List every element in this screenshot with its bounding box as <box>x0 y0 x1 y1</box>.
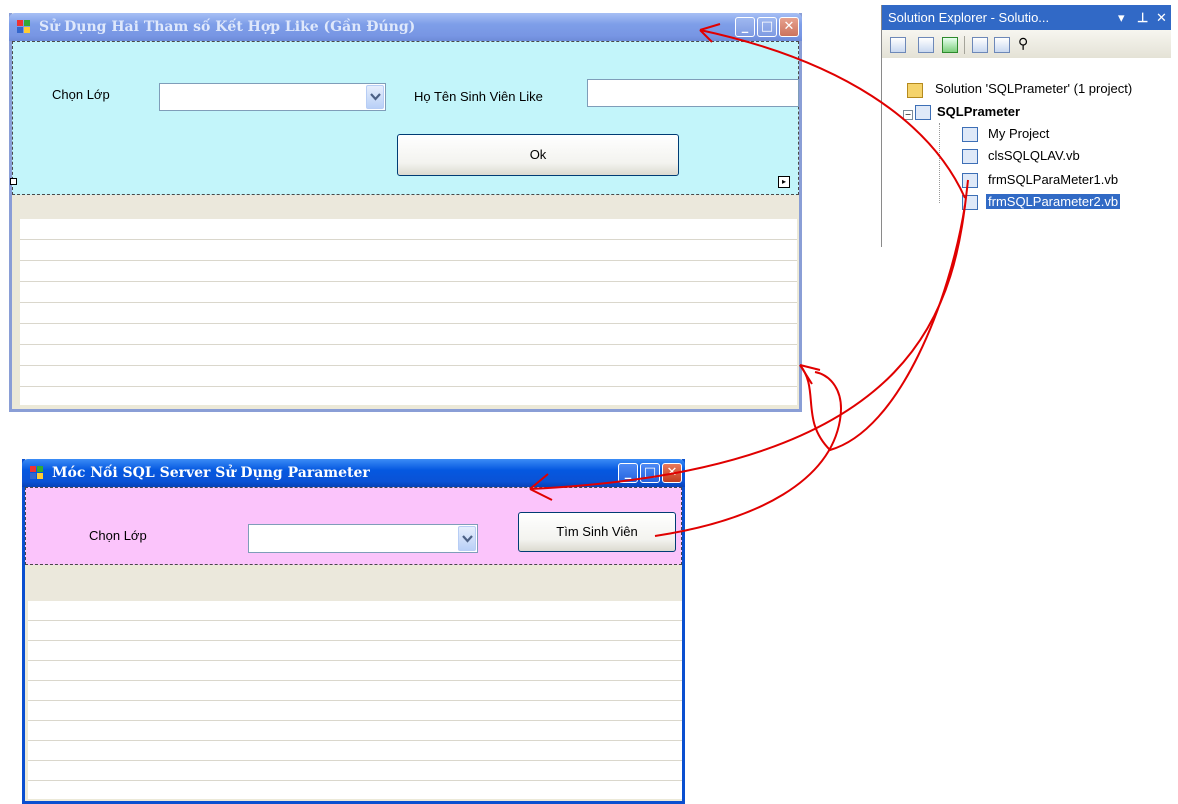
arrow-to-form-param <box>529 179 969 490</box>
arrow-from-search-button <box>654 371 842 537</box>
annotation-arrows <box>529 23 969 537</box>
arrow-to-form-like <box>699 29 966 199</box>
arrow-to-form-like-grid <box>799 204 966 452</box>
